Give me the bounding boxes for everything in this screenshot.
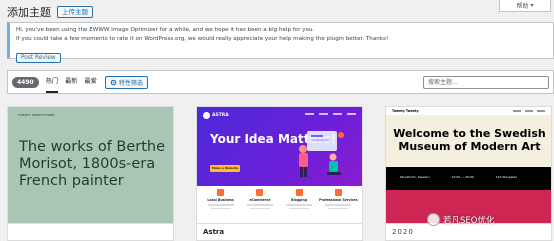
astra-feature: Blogging [282, 189, 316, 209]
theme-headline: Welcome to the Swedish Museum of Modern … [393, 127, 546, 153]
chevron-down-icon: ▾ [530, 2, 534, 9]
watermark: 若凡SEO优化 [427, 213, 494, 226]
tt-info-item: 123 Storgatan [495, 175, 518, 179]
theme-screenshot[interactable]: TWENTY TWENTY-THREE The works of Berthe … [8, 107, 173, 225]
illustration-icon [299, 131, 344, 177]
tt-header-bar: Twenty Twenty [386, 107, 551, 115]
tt-brand: Twenty Twenty [392, 109, 419, 113]
cart-icon [256, 189, 264, 196]
theme-count-badge: 4490 [12, 76, 39, 88]
wechat-icon [427, 213, 440, 226]
tt-info-item: 10:00 — 20:00 [451, 175, 474, 179]
astra-logo: ASTRA [203, 112, 229, 119]
theme-name: Astra [197, 223, 362, 240]
tab-popular[interactable]: 热门 [45, 71, 59, 93]
tab-latest[interactable]: 最新 [65, 71, 77, 93]
notice-line-1: Hi, you've been using the EWWW Image Opt… [16, 27, 315, 33]
astra-feature: Professional Services [319, 189, 358, 209]
page-header: 添加主题 上传主题 [7, 3, 93, 21]
tt-info-item: Stockholm, Sweden [400, 175, 430, 179]
themes-page: 添加主题 上传主题 帮助 ▾ Hi, you've been using the… [0, 0, 554, 241]
theme-screenshot[interactable]: Twenty Twenty Welcome to the Swedish Mus… [386, 107, 551, 225]
blog-icon [295, 189, 303, 196]
store-icon [217, 189, 225, 196]
astra-brand: ASTRA [212, 113, 229, 118]
theme-search-input[interactable] [423, 75, 549, 89]
astra-hero: ASTRA Your Idea Matters! Make a Website [197, 107, 362, 186]
tt-info-band: Stockholm, Sweden 10:00 — 20:00 123 Stor… [386, 167, 551, 190]
astra-features: Local Business eCommerce Blogging Profes… [197, 189, 362, 209]
feature-filter-button[interactable]: 特性筛选 [104, 75, 148, 89]
theme-screenshot[interactable]: ASTRA Your Idea Matters! Make a Website [197, 107, 362, 225]
theme-card-astra[interactable]: ASTRA Your Idea Matters! Make a Website [196, 106, 363, 241]
astra-cta: Make a Website [210, 165, 240, 172]
notice-line-2: If you could take a few moments to rate … [16, 36, 389, 42]
astra-feature: eCommerce [243, 189, 277, 209]
post-review-button[interactable]: Post Review [16, 53, 61, 63]
tab-favorites[interactable]: 最爱 [84, 71, 96, 93]
astra-logo-icon [203, 112, 210, 119]
astra-feature: Local Business [204, 189, 238, 209]
theme-headline: The works of Berthe Morisot, 1800s-era F… [19, 139, 166, 189]
help-tab-button[interactable]: 帮助 ▾ [499, 0, 551, 12]
theme-card-twenty-twenty-three[interactable]: TWENTY TWENTY-THREE The works of Berthe … [7, 106, 174, 241]
astra-nav [305, 113, 356, 115]
theme-filter-bar: 4490 热门 最新 最爱 特性筛选 [7, 70, 554, 94]
theme-name [8, 223, 173, 240]
theme-site-name: TWENTY TWENTY-THREE [18, 113, 55, 117]
briefcase-icon [334, 189, 342, 196]
upload-theme-button[interactable]: 上传主题 [57, 6, 93, 18]
feature-filter-label: 特性筛选 [118, 79, 143, 87]
gear-icon [110, 79, 117, 85]
tt-nav [513, 110, 545, 112]
review-notice: Hi, you've been using the EWWW Image Opt… [7, 22, 554, 63]
watermark-text: 若凡SEO优化 [443, 215, 495, 226]
help-tab-label: 帮助 [516, 3, 529, 10]
page-title: 添加主题 [7, 6, 51, 19]
